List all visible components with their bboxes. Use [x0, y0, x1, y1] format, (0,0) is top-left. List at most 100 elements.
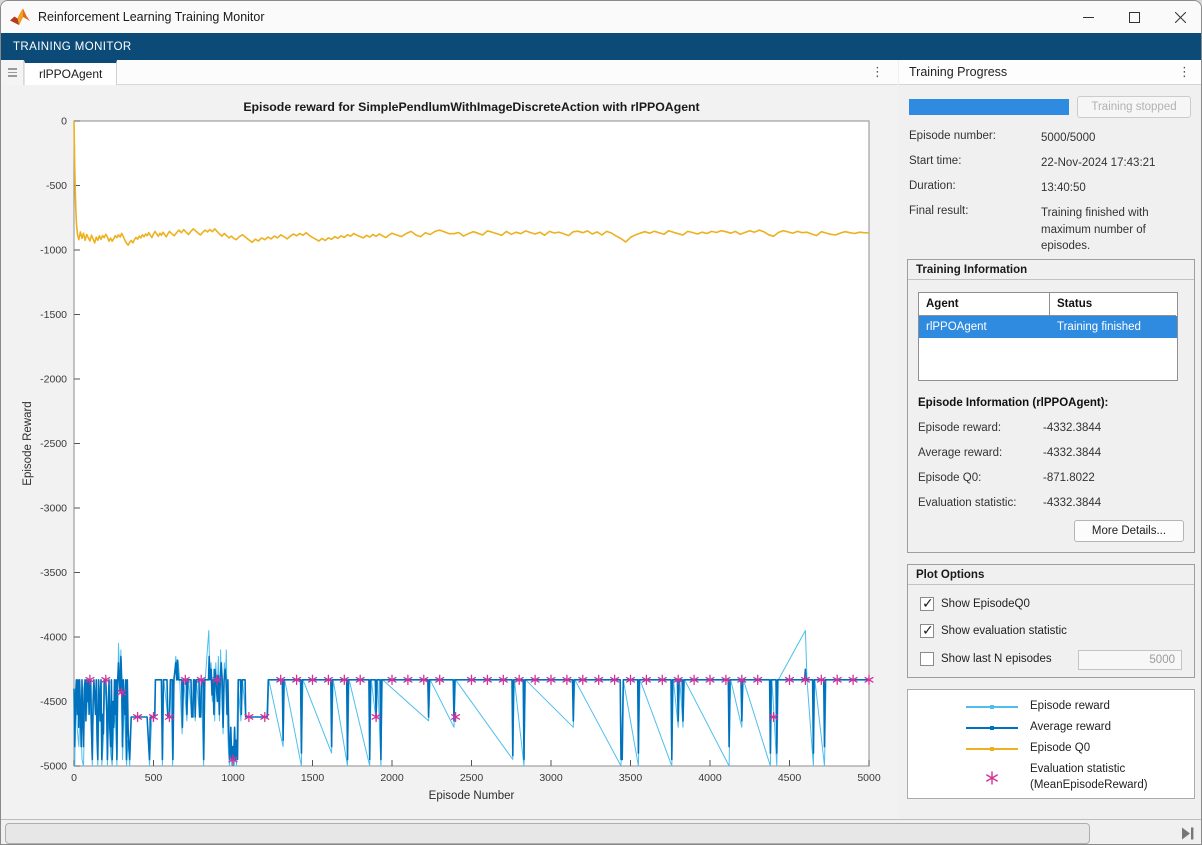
legend-label: Episode reward	[1030, 699, 1110, 715]
chart-legend: Episode reward Average reward Episode Q0…	[907, 689, 1195, 799]
title-bar: Reinforcement Learning Training Monitor	[1, 1, 1202, 33]
window-title: Reinforcement Learning Training Monitor	[38, 10, 265, 24]
grip-icon	[8, 67, 17, 79]
field-label: Final result:	[909, 205, 968, 217]
checkbox-label: Show last N episodes	[941, 653, 1052, 665]
svg-text:Episode Number: Episode Number	[429, 790, 515, 802]
n-episodes-input[interactable]	[1078, 650, 1182, 670]
training-progress-panel: Training Progress ⋮ Training stopped Epi…	[899, 60, 1202, 819]
svg-text:-4500: -4500	[40, 696, 67, 708]
svg-text:-3000: -3000	[40, 503, 67, 515]
legend-asterisk-icon	[964, 767, 1020, 789]
legend-label: Episode Q0	[1030, 741, 1090, 757]
checkbox-icon	[920, 652, 934, 666]
group-title: Plot Options	[908, 565, 1194, 585]
tab-label: rlPPOAgent	[39, 67, 102, 81]
field-value: -4332.3844	[1043, 447, 1101, 459]
field-value: 22-Nov-2024 17:43:21	[1041, 155, 1193, 172]
svg-text:-3500: -3500	[40, 567, 67, 579]
toolstrip-tab-training-monitor[interactable]: TRAINING MONITOR	[13, 41, 132, 53]
field-value: -4332.3844	[1043, 497, 1101, 509]
close-button[interactable]	[1157, 1, 1202, 33]
field-label: Episode number:	[909, 130, 996, 142]
legend-item-episode-reward[interactable]: Episode reward	[908, 699, 1194, 715]
table-row[interactable]: rlPPOAgent Training finished	[919, 316, 1177, 338]
progress-bar	[909, 99, 1069, 115]
legend-line-episode-q0	[964, 744, 1020, 754]
status-cell: Training finished	[1050, 316, 1176, 338]
field-value: -871.8022	[1043, 472, 1095, 484]
minimize-button[interactable]	[1065, 1, 1111, 33]
legend-line-episode-reward	[964, 702, 1020, 712]
tab-rlppoagent[interactable]: rlPPOAgent	[24, 60, 117, 85]
svg-text:0: 0	[61, 116, 67, 128]
svg-text:4500: 4500	[778, 772, 802, 784]
checkbox-label: Show evaluation statistic	[941, 625, 1067, 637]
svg-text:Episode Reward: Episode Reward	[22, 401, 34, 485]
checkbox-show-episodeq0[interactable]: Show EpisodeQ0	[920, 597, 1030, 611]
checkbox-icon	[920, 624, 934, 638]
agent-cell: rlPPOAgent	[919, 316, 1050, 338]
panel-title: Training Progress	[909, 65, 1007, 79]
chart-area: 0-500-1000-1500-2000-2500-3000-3500-4000…	[1, 85, 898, 819]
matlab-logo-icon	[10, 8, 30, 26]
legend-item-episode-q0[interactable]: Episode Q0	[908, 741, 1194, 757]
field-label: Start time:	[909, 155, 961, 167]
svg-text:4000: 4000	[698, 772, 722, 784]
checkbox-show-evaluation-statistic[interactable]: Show evaluation statistic	[920, 624, 1067, 638]
training-information-group: Training Information Agent Status rlPPOA…	[907, 259, 1195, 553]
legend-label: Evaluation statistic (MeanEpisodeReward)	[1030, 762, 1148, 793]
table-empty-area	[919, 338, 1177, 380]
plot-options-group: Plot Options Show EpisodeQ0 Show evaluat…	[907, 564, 1195, 678]
toolstrip: TRAINING MONITOR	[1, 33, 1202, 60]
svg-text:-2000: -2000	[40, 374, 67, 386]
svg-text:-4000: -4000	[40, 632, 67, 644]
table-header-row: Agent Status	[919, 293, 1177, 316]
legend-label: Average reward	[1030, 720, 1111, 736]
progress-bar-fill	[909, 99, 1069, 115]
tab-overflow-handle[interactable]	[1, 60, 24, 85]
checkbox-show-last-n-episodes[interactable]: Show last N episodes	[920, 652, 1052, 666]
panel-header: Training Progress ⋮	[899, 60, 1202, 85]
column-header-status[interactable]: Status	[1050, 293, 1176, 316]
expand-right-icon[interactable]	[1179, 825, 1197, 841]
legend-line-average-reward	[964, 723, 1020, 733]
field-label: Episode Q0:	[918, 472, 981, 484]
panel-actions-menu-icon[interactable]: ⋮	[1178, 65, 1191, 78]
svg-text:-2500: -2500	[40, 438, 67, 450]
svg-text:5000: 5000	[857, 772, 881, 784]
reward-chart: 0-500-1000-1500-2000-2500-3000-3500-4000…	[1, 85, 898, 819]
svg-text:500: 500	[145, 772, 163, 784]
svg-text:3500: 3500	[619, 772, 643, 784]
progress-row: Training stopped	[909, 96, 1193, 118]
svg-text:-1000: -1000	[40, 245, 67, 257]
field-label: Evaluation statistic:	[918, 497, 1016, 509]
episode-info-title: Episode Information (rlPPOAgent):	[918, 397, 1108, 409]
training-stopped-button[interactable]: Training stopped	[1077, 96, 1191, 118]
svg-text:2000: 2000	[380, 772, 404, 784]
checkbox-icon	[920, 597, 934, 611]
svg-text:0: 0	[71, 772, 77, 784]
field-value: -4332.3844	[1043, 422, 1101, 434]
svg-text:1000: 1000	[221, 772, 245, 784]
field-label: Average reward:	[918, 447, 1002, 459]
checkbox-label: Show EpisodeQ0	[941, 598, 1030, 610]
field-value: Training finished with maximum number of…	[1041, 205, 1193, 255]
svg-text:3000: 3000	[539, 772, 563, 784]
legend-item-evaluation-statistic[interactable]: Evaluation statistic (MeanEpisodeReward)	[908, 762, 1194, 793]
field-value: 13:40:50	[1041, 180, 1193, 197]
field-value: 5000/5000	[1041, 130, 1193, 147]
collapsed-panel-bar[interactable]	[5, 823, 1090, 844]
app-window: Reinforcement Learning Training Monitor …	[0, 0, 1202, 845]
figure-panel: rlPPOAgent ⋮ 0-500-1000-1500-2000-2500-3…	[1, 60, 898, 819]
column-header-agent[interactable]: Agent	[919, 293, 1050, 316]
field-label: Duration:	[909, 180, 956, 192]
tab-actions-menu-icon[interactable]: ⋮	[871, 65, 884, 78]
field-label: Episode reward:	[918, 422, 1001, 434]
svg-text:-1500: -1500	[40, 309, 67, 321]
svg-text:2500: 2500	[460, 772, 484, 784]
maximize-button[interactable]	[1111, 1, 1157, 33]
legend-item-average-reward[interactable]: Average reward	[908, 720, 1194, 736]
group-title: Training Information	[908, 260, 1194, 280]
more-details-button[interactable]: More Details...	[1074, 520, 1184, 542]
